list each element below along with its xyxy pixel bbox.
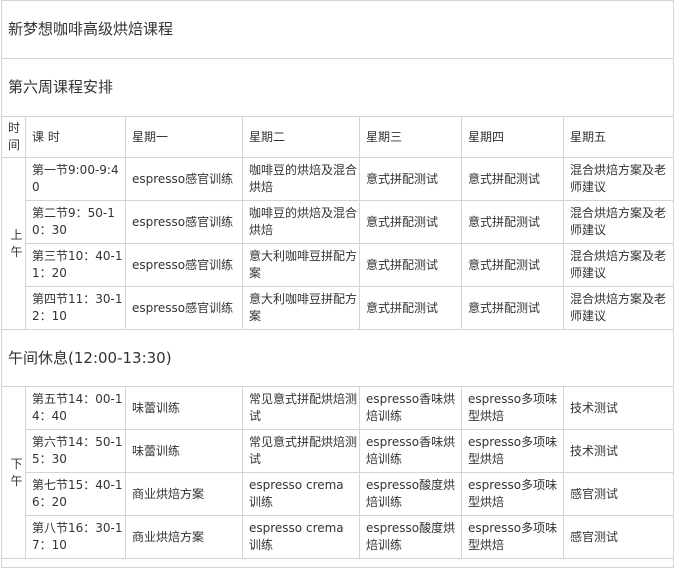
table-cell: 技术测试 xyxy=(562,429,675,473)
table-cell: espresso多项味型烘焙 xyxy=(461,515,564,559)
week-row: 第六周课程安排 xyxy=(0,58,675,117)
table-cell: 第三节10：40-11：20 xyxy=(25,243,126,287)
header-cell-period: 课 时 xyxy=(25,116,126,158)
table-row: 第六节14：50-15：30 味蕾训练 常见意式拼配烘焙测试 espresso香… xyxy=(2,429,675,473)
table-cell: 混合烘焙方案及老师建议 xyxy=(562,243,675,287)
table-cell: 咖啡豆的烘焙及混合烘焙 xyxy=(242,200,360,244)
table-cell: espresso感官训练 xyxy=(125,200,243,244)
table-cell: espresso香味烘焙训练 xyxy=(359,429,462,473)
title-row: 新梦想咖啡高级烘焙课程 xyxy=(0,0,675,59)
table-cell: espresso crema 训练 xyxy=(242,472,360,516)
table-cell: 技术测试 xyxy=(562,386,675,430)
table-cell: 第四节11：30-12：10 xyxy=(25,286,126,330)
table-cell: 常见意式拼配烘焙测试 xyxy=(242,386,360,430)
table-cell: espresso crema 训练 xyxy=(242,515,360,559)
table-cell: espresso酸度烘焙训练 xyxy=(359,515,462,559)
table-row: 第七节15：40-16：20 商业烘焙方案 espresso crema 训练 … xyxy=(2,472,675,516)
table-cell: espresso酸度烘焙训练 xyxy=(359,472,462,516)
lunch-break-text: 午间休息(12:00-13:30) xyxy=(0,329,675,387)
table-cell: 第八节16：30-17：10 xyxy=(25,515,126,559)
table-cell: 意式拼配测试 xyxy=(461,243,564,287)
header-cell-tuesday: 星期二 xyxy=(242,116,360,158)
header-cell-time: 时间 xyxy=(1,116,26,158)
table-cell: espresso感官训练 xyxy=(125,157,243,201)
table-cell: 商业烘焙方案 xyxy=(125,472,243,516)
table-bottom-edge xyxy=(0,558,675,568)
table-cell: 意大利咖啡豆拼配方案 xyxy=(242,243,360,287)
table-row: 下午 第五节14：00-14：40 味蕾训练 常见意式拼配烘焙测试 espres… xyxy=(1,386,675,559)
table-cell: 第六节14：50-15：30 xyxy=(25,429,126,473)
header-cell-friday: 星期五 xyxy=(562,116,675,158)
table-cell: espresso多项味型烘焙 xyxy=(461,386,564,430)
schedule-table: 新梦想咖啡高级烘焙课程 第六周课程安排 时间 课 时 星期一 星期二 星期三 星… xyxy=(0,0,675,568)
table-cell: espresso感官训练 xyxy=(125,286,243,330)
table-cell: 常见意式拼配烘焙测试 xyxy=(242,429,360,473)
empty-cell xyxy=(0,558,675,568)
table-row: 第四节11：30-12：10 espresso感官训练 意大利咖啡豆拼配方案 意… xyxy=(2,286,675,330)
header-cell-monday: 星期一 xyxy=(125,116,243,158)
table-cell: 商业烘焙方案 xyxy=(125,515,243,559)
table-cell: 混合烘焙方案及老师建议 xyxy=(562,200,675,244)
table-cell: 感官测试 xyxy=(562,515,675,559)
header-cell-thursday: 星期四 xyxy=(461,116,564,158)
table-cell: 咖啡豆的烘焙及混合烘焙 xyxy=(242,157,360,201)
table-cell: 第一节9:00-9:40 xyxy=(25,157,126,201)
table-cell: 混合烘焙方案及老师建议 xyxy=(562,157,675,201)
table-cell: 意式拼配测试 xyxy=(461,157,564,201)
table-cell: 意式拼配测试 xyxy=(461,286,564,330)
table-row: 第三节10：40-11：20 espresso感官训练 意大利咖啡豆拼配方案 意… xyxy=(2,243,675,287)
period-label-afternoon: 下午 xyxy=(1,386,26,559)
table-cell: 意大利咖啡豆拼配方案 xyxy=(242,286,360,330)
table-cell: 味蕾训练 xyxy=(125,429,243,473)
table-cell: espresso香味烘焙训练 xyxy=(359,386,462,430)
table-cell: espresso感官训练 xyxy=(125,243,243,287)
table-cell: 第二节9：50-10：30 xyxy=(25,200,126,244)
table-row: 第二节9：50-10：30 espresso感官训练 咖啡豆的烘焙及混合烘焙 意… xyxy=(2,200,675,244)
period-label-morning: 上午 xyxy=(1,157,26,330)
header-row: 时间 课 时 星期一 星期二 星期三 星期四 星期五 xyxy=(1,116,675,158)
table-cell: 意式拼配测试 xyxy=(461,200,564,244)
table-cell: 意式拼配测试 xyxy=(359,286,462,330)
table-cell: espresso多项味型烘焙 xyxy=(461,472,564,516)
table-cell: 味蕾训练 xyxy=(125,386,243,430)
header-cell-wednesday: 星期三 xyxy=(359,116,462,158)
table-row: 上午 第一节9:00-9:40 espresso感官训练 咖啡豆的烘焙及混合烘焙… xyxy=(1,157,675,330)
table-cell: 第七节15：40-16：20 xyxy=(25,472,126,516)
break-row: 午间休息(12:00-13:30) xyxy=(0,329,675,387)
course-title: 新梦想咖啡高级烘焙课程 xyxy=(0,0,675,59)
table-cell: 意式拼配测试 xyxy=(359,243,462,287)
table-cell: espresso多项味型烘焙 xyxy=(461,429,564,473)
table-cell: 意式拼配测试 xyxy=(359,157,462,201)
table-cell: 混合烘焙方案及老师建议 xyxy=(562,286,675,330)
table-cell: 意式拼配测试 xyxy=(359,200,462,244)
week-title: 第六周课程安排 xyxy=(0,58,675,117)
table-cell: 第五节14：00-14：40 xyxy=(25,386,126,430)
table-cell: 感官测试 xyxy=(562,472,675,516)
table-row: 第八节16：30-17：10 商业烘焙方案 espresso crema 训练 … xyxy=(2,515,675,559)
